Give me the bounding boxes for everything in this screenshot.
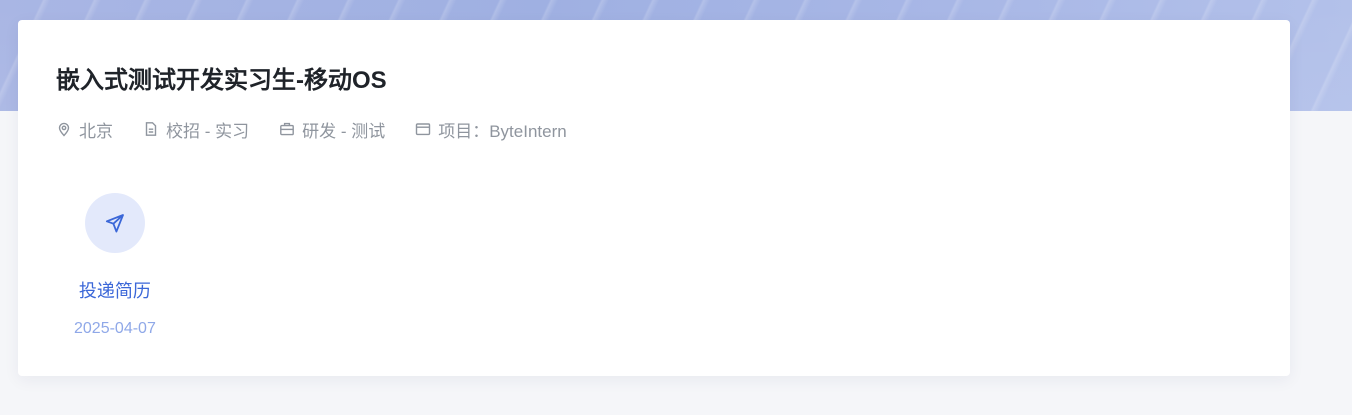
job-title: 嵌入式测试开发实习生-移动OS bbox=[56, 67, 387, 94]
job-meta: 北京 校招 - 实习 研发 - 测试 项目：ByteIntern bbox=[56, 117, 597, 142]
project-card-icon bbox=[415, 121, 431, 137]
send-icon bbox=[104, 212, 126, 234]
meta-location-text: 北京 bbox=[79, 121, 113, 141]
apply-label[interactable]: 投递简历 bbox=[79, 277, 151, 303]
meta-category-text: 研发 - 测试 bbox=[302, 121, 386, 141]
meta-location: 北京 bbox=[56, 117, 113, 142]
location-pin-icon bbox=[56, 121, 72, 137]
apply-section: 投递简历 2025-04-07 bbox=[74, 193, 156, 338]
apply-button[interactable] bbox=[84, 193, 145, 253]
document-icon bbox=[143, 121, 159, 137]
page: 嵌入式测试开发实习生-移动OS 北京 校招 - 实习 研发 - 测试 项目：By… bbox=[0, 0, 1352, 415]
meta-recruit-type: 校招 - 实习 bbox=[143, 117, 249, 142]
briefcase-icon bbox=[279, 121, 295, 137]
meta-project: 项目：ByteIntern bbox=[415, 117, 567, 142]
apply-date: 2025-04-07 bbox=[74, 320, 156, 337]
meta-recruit-type-text: 校招 - 实习 bbox=[166, 121, 250, 141]
meta-project-text: 项目：ByteIntern bbox=[438, 121, 567, 141]
job-card: 嵌入式测试开发实习生-移动OS 北京 校招 - 实习 研发 - 测试 项目：By… bbox=[18, 20, 1290, 376]
meta-category: 研发 - 测试 bbox=[279, 117, 385, 142]
